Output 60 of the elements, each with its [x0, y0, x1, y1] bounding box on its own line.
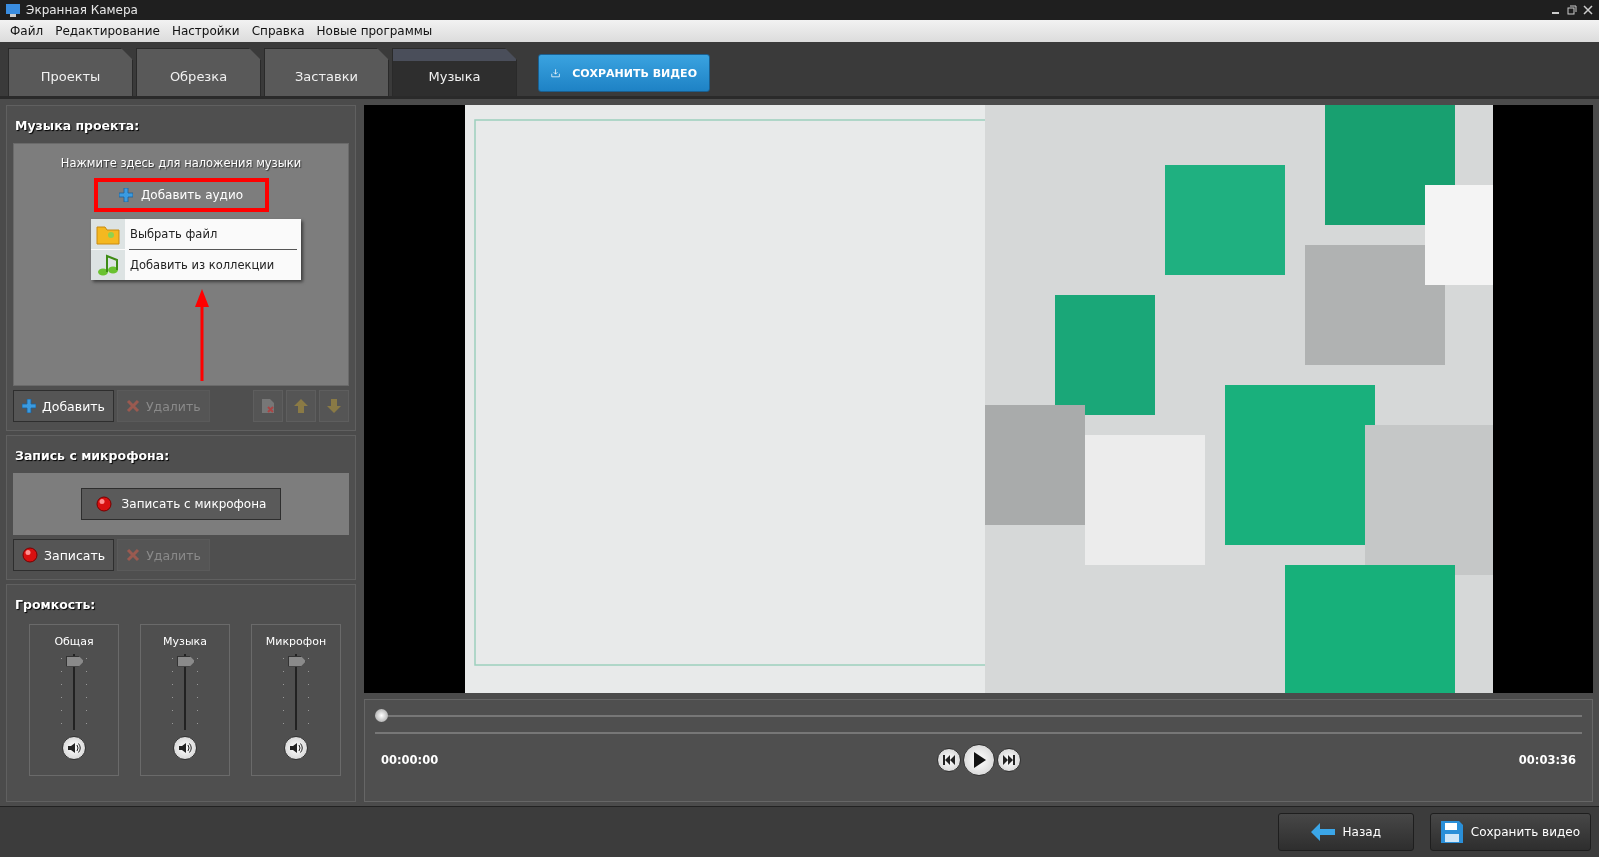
hint-text: Нажмите здесь для наложения музыки [60, 156, 302, 170]
menu-item[interactable]: Новые программы [310, 24, 439, 38]
save-icon [1440, 821, 1463, 843]
record-icon [22, 547, 38, 563]
menu-item[interactable]: Справка [245, 24, 311, 38]
menu-item[interactable]: Файл [4, 24, 50, 38]
speaker-button[interactable] [173, 736, 197, 760]
back-button[interactable]: Назад [1277, 813, 1414, 851]
drop-area[interactable]: Нажмите здесь для наложения музыки Добавить аудио Выбрать файл Добавить из коллекции [13, 143, 349, 386]
speaker-button[interactable] [284, 736, 308, 760]
folder-icon [96, 223, 120, 245]
skip-back-icon [942, 755, 955, 765]
tab[interactable]: Заставки [264, 48, 389, 96]
speaker-button[interactable] [62, 736, 86, 760]
add-button[interactable]: Добавить [13, 390, 114, 422]
plus-icon [22, 399, 36, 413]
slider-thumb[interactable] [177, 655, 195, 667]
arrow-left-icon [1310, 823, 1335, 841]
channel-label: Микрофон [265, 635, 327, 648]
channel-label: Музыка [163, 635, 207, 648]
monitor-icon [6, 3, 20, 17]
previous-button[interactable] [936, 748, 961, 772]
seek-thumb[interactable] [375, 709, 388, 722]
section-title: Громкость: [14, 596, 97, 614]
close-icon [125, 399, 140, 413]
speaker-icon [289, 742, 303, 754]
menu-item[interactable]: Редактирование [49, 24, 166, 38]
speaker-icon [67, 742, 81, 754]
tab[interactable]: Проекты [8, 48, 133, 96]
close-icon[interactable] [1583, 5, 1593, 15]
record-icon [95, 496, 112, 512]
slider-thumb[interactable] [288, 655, 306, 667]
section-title: Музыка проекта: [14, 117, 141, 135]
window-title: Экранная Камера [26, 3, 138, 17]
tab[interactable]: Обрезка [136, 48, 261, 96]
add-audio-button[interactable]: Добавить аудио [93, 178, 269, 212]
dropdown-item[interactable]: Добавить из коллекции [91, 250, 301, 280]
menu-item[interactable]: Настройки [165, 24, 246, 38]
slider-thumb[interactable] [66, 655, 84, 667]
restore-icon[interactable] [1567, 5, 1577, 15]
play-button[interactable] [962, 744, 995, 776]
dropdown-item[interactable]: Выбрать файл [91, 219, 301, 249]
close-icon [126, 548, 141, 562]
record-button[interactable]: Записать [13, 539, 115, 571]
file-delete-icon [261, 398, 275, 414]
total-time: 00:03:36 [1517, 753, 1576, 767]
save-video-button[interactable]: Сохранить видео [1429, 813, 1591, 851]
speaker-icon [178, 742, 192, 754]
tab[interactable]: Музыка [392, 48, 517, 96]
current-time: 00:00:00 [381, 753, 440, 767]
channel-label: Общая [54, 635, 94, 648]
section-title: Запись с микрофона: [14, 447, 171, 465]
music-note-icon [96, 253, 120, 277]
next-button[interactable] [996, 748, 1021, 772]
arrow-down-icon [327, 399, 341, 413]
arrow-up-icon [294, 399, 308, 413]
plus-icon [118, 188, 133, 202]
record-mic-button[interactable]: Записать с микрофона [80, 488, 282, 520]
skip-forward-icon [1002, 755, 1015, 765]
play-icon [971, 752, 986, 768]
